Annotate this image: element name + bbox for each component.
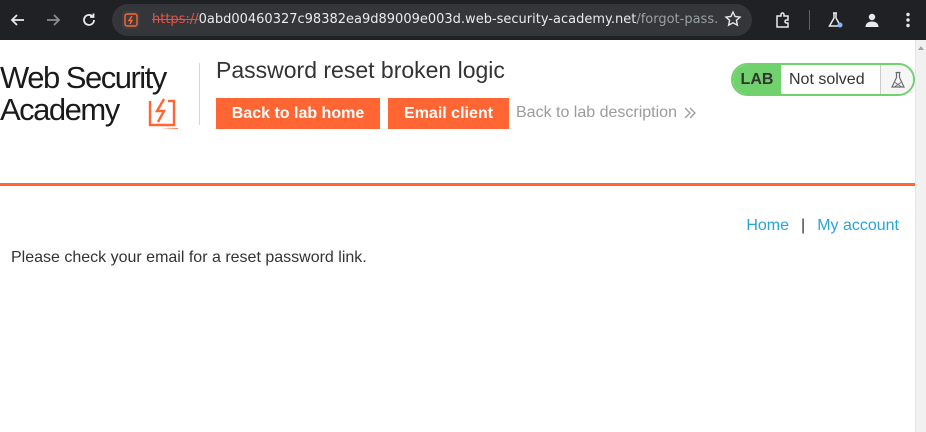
menu-icon[interactable] (895, 7, 921, 33)
back-to-lab-description-link[interactable]: Back to lab description (516, 104, 697, 122)
url-host: 0abd00460327c98382ea9d89009e003d.web-sec… (198, 12, 637, 27)
star-icon[interactable] (724, 10, 742, 33)
top-nav: Home | My account (746, 217, 899, 235)
browser-toolbar: https://0abd00460327c98382ea9d89009e003d… (0, 0, 926, 40)
reset-confirmation-message: Please check your email for a reset pass… (11, 249, 367, 266)
url-text[interactable]: https://0abd00460327c98382ea9d89009e003d… (152, 12, 718, 28)
toolbar-separator (809, 10, 810, 30)
vertical-scrollbar[interactable] (915, 40, 926, 432)
page-content: Web Security Academy Password reset brok… (0, 40, 926, 432)
labs-icon[interactable] (822, 7, 848, 33)
home-link[interactable]: Home (746, 217, 789, 235)
web-security-academy-logo[interactable]: Web Security Academy (0, 61, 200, 137)
my-account-link[interactable]: My account (817, 217, 899, 235)
reload-icon[interactable] (76, 7, 102, 33)
lab-status-widget: LAB Not solved (731, 63, 915, 96)
lab-badge: LAB (733, 65, 781, 94)
scroll-up-arrow-icon[interactable] (918, 46, 924, 50)
lab-title: Password reset broken logic (216, 57, 505, 83)
back-arrow-icon[interactable] (5, 7, 31, 33)
logo-line2: Academy (0, 92, 120, 127)
profile-icon[interactable] (859, 7, 885, 33)
site-security-icon[interactable] (122, 11, 140, 29)
double-chevron-right-icon (684, 107, 696, 119)
extensions-icon[interactable] (770, 7, 796, 33)
forward-arrow-icon[interactable] (40, 7, 66, 33)
back-to-lab-home-button[interactable]: Back to lab home (216, 98, 380, 129)
url-path: /forgot-pass... (636, 12, 718, 27)
back-to-lab-description-label: Back to lab description (516, 104, 677, 121)
lightning-bolt-icon (148, 98, 178, 129)
email-client-button[interactable]: Email client (388, 98, 509, 129)
lab-status-text: Not solved (789, 71, 865, 88)
logo-line1: Web Security (0, 60, 167, 95)
logo-divider (199, 63, 200, 125)
url-scheme: https:// (152, 12, 199, 27)
address-bar[interactable]: https://0abd00460327c98382ea9d89009e003d… (112, 4, 752, 36)
flask-icon (880, 65, 913, 94)
nav-separator: | (801, 217, 806, 234)
header-divider (0, 183, 915, 186)
